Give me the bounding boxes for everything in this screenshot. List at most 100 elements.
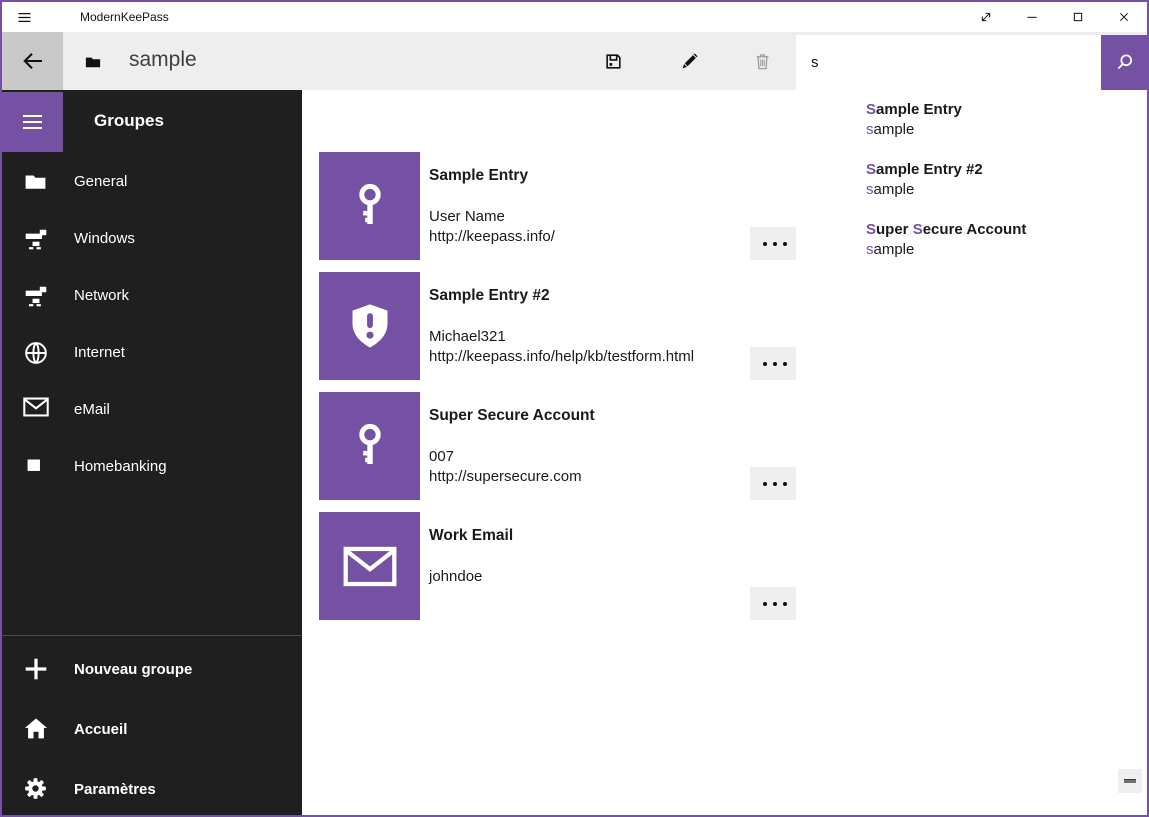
entry-url: http://keepass.info/	[429, 227, 555, 247]
entry-details: Michael321http://keepass.info/help/kb/te…	[429, 327, 694, 367]
entry-tile	[319, 392, 420, 500]
menu-button[interactable]	[2, 92, 63, 152]
more-button[interactable]	[750, 467, 800, 500]
entry-username: User Name	[429, 207, 555, 227]
titlebar: ModernKeePass	[2, 2, 1147, 32]
groups-header: Groupes	[94, 111, 164, 131]
entry-title: Sample Entry #2	[429, 287, 550, 305]
database-name: sample	[129, 32, 197, 87]
entry-username: johndoe	[429, 567, 482, 587]
mail-icon	[343, 546, 397, 587]
suggestion-subtitle: sample	[866, 180, 1147, 200]
sidebar-action-nouveau-groupe[interactable]: Nouveau groupe	[2, 639, 302, 699]
back-arrow-icon	[21, 49, 45, 73]
sidebar: Groupes General Windows Network Internet eMa…	[2, 90, 302, 815]
command-bar: sample	[2, 32, 1147, 90]
minimize-icon	[1024, 9, 1040, 25]
delete-button[interactable]	[739, 32, 785, 90]
sidebar-action-param-tres[interactable]: Paramètres	[2, 759, 302, 817]
maximize-button[interactable]	[1055, 2, 1101, 32]
ellipsis-icon	[763, 242, 787, 246]
sidebar-item-label: General	[74, 173, 127, 190]
window-controls	[963, 2, 1147, 32]
back-button[interactable]	[2, 32, 63, 90]
entry-username: 007	[429, 447, 582, 467]
sidebar-item-internet[interactable]: Internet	[2, 324, 302, 381]
mail-icon	[23, 397, 49, 423]
trash-icon	[753, 52, 772, 71]
ellipsis-icon	[763, 602, 787, 606]
suggestion-title: Sample Entry #2	[866, 160, 1147, 180]
minimize-button[interactable]	[1009, 2, 1055, 32]
gear-icon	[23, 776, 49, 802]
sidebar-action-label: Nouveau groupe	[74, 661, 192, 678]
app-window: ModernKeePass	[0, 0, 1149, 817]
entry-details: johndoe	[429, 567, 482, 587]
entry-tile	[319, 512, 420, 620]
sidebar-item-label: Windows	[74, 230, 135, 247]
hamburger-icon	[19, 110, 46, 134]
suggestion-title: Sample Entry	[866, 100, 1147, 120]
app-title: ModernKeePass	[80, 2, 169, 32]
sidebar-item-email[interactable]: eMail	[2, 381, 302, 438]
sidebar-item-label: Network	[74, 287, 129, 304]
close-icon	[1116, 9, 1132, 25]
sidebar-item-network[interactable]: Network	[2, 267, 302, 324]
key-icon	[346, 182, 394, 230]
more-button[interactable]	[750, 347, 800, 380]
entry-title: Sample Entry	[429, 167, 528, 185]
suggestion-title: Super Secure Account	[866, 220, 1147, 240]
close-button[interactable]	[1101, 2, 1147, 32]
entry-title: Super Secure Account	[429, 407, 595, 425]
sidebar-item-windows[interactable]: Windows	[2, 210, 302, 267]
zoom-out-button[interactable]	[1118, 769, 1142, 793]
minus-icon	[1124, 779, 1136, 783]
fullscreen-button[interactable]	[963, 2, 1009, 32]
maximize-icon	[1070, 9, 1086, 25]
plus-icon	[23, 656, 49, 682]
search-suggestions: Sample EntrysampleSample Entry #2sampleS…	[796, 90, 1147, 815]
search-input[interactable]	[796, 35, 1101, 90]
magnifier-icon	[1114, 52, 1135, 73]
sidebar-item-general[interactable]: General	[2, 153, 302, 210]
sidebar-action-label: Paramètres	[74, 781, 156, 798]
hamburger-icon[interactable]	[15, 9, 34, 26]
search-button[interactable]	[1101, 35, 1147, 90]
globe-icon	[23, 340, 49, 366]
entry-url: http://supersecure.com	[429, 467, 582, 487]
entry-tile	[319, 272, 420, 380]
suggestion-item-sample-entry-2[interactable]: Sample Entry #2sample	[796, 160, 1147, 200]
sidebar-item-homebanking[interactable]: Homebanking	[2, 438, 302, 495]
entry-username: Michael321	[429, 327, 694, 347]
shield-alert-icon	[345, 301, 395, 351]
sidebar-action-list: Nouveau groupe Accueil Paramètres	[2, 635, 302, 817]
network-icon	[23, 283, 49, 309]
ellipsis-icon	[763, 362, 787, 366]
edit-button[interactable]	[666, 32, 712, 90]
sidebar-action-accueil[interactable]: Accueil	[2, 699, 302, 759]
pencil-icon	[680, 52, 699, 71]
home-icon	[23, 716, 49, 742]
sidebar-item-label: Homebanking	[74, 458, 167, 475]
save-button[interactable]	[590, 32, 636, 90]
entry-tile	[319, 152, 420, 260]
folder-icon	[23, 169, 49, 195]
sidebar-item-label: Internet	[74, 344, 125, 361]
entry-details: User Namehttp://keepass.info/	[429, 207, 555, 247]
more-button[interactable]	[750, 587, 800, 620]
suggestion-subtitle: sample	[866, 120, 1147, 140]
entry-url: http://keepass.info/help/kb/testform.htm…	[429, 347, 694, 367]
floppy-disk-icon	[604, 52, 623, 71]
sidebar-group-list: General Windows Network Internet eMail Homeba…	[2, 153, 302, 495]
sidebar-action-label: Accueil	[74, 721, 127, 738]
briefcase-icon	[84, 53, 102, 69]
entry-details: 007http://supersecure.com	[429, 447, 582, 487]
suggestion-item-super-secure-account[interactable]: Super Secure Accountsample	[796, 220, 1147, 260]
sidebar-item-label: eMail	[74, 401, 110, 418]
entry-title: Work Email	[429, 527, 513, 545]
ellipsis-icon	[763, 482, 787, 486]
suggestion-subtitle: sample	[866, 240, 1147, 260]
more-button[interactable]	[750, 227, 800, 260]
suggestion-item-sample-entry[interactable]: Sample Entrysample	[796, 100, 1147, 140]
network-icon	[23, 226, 49, 252]
